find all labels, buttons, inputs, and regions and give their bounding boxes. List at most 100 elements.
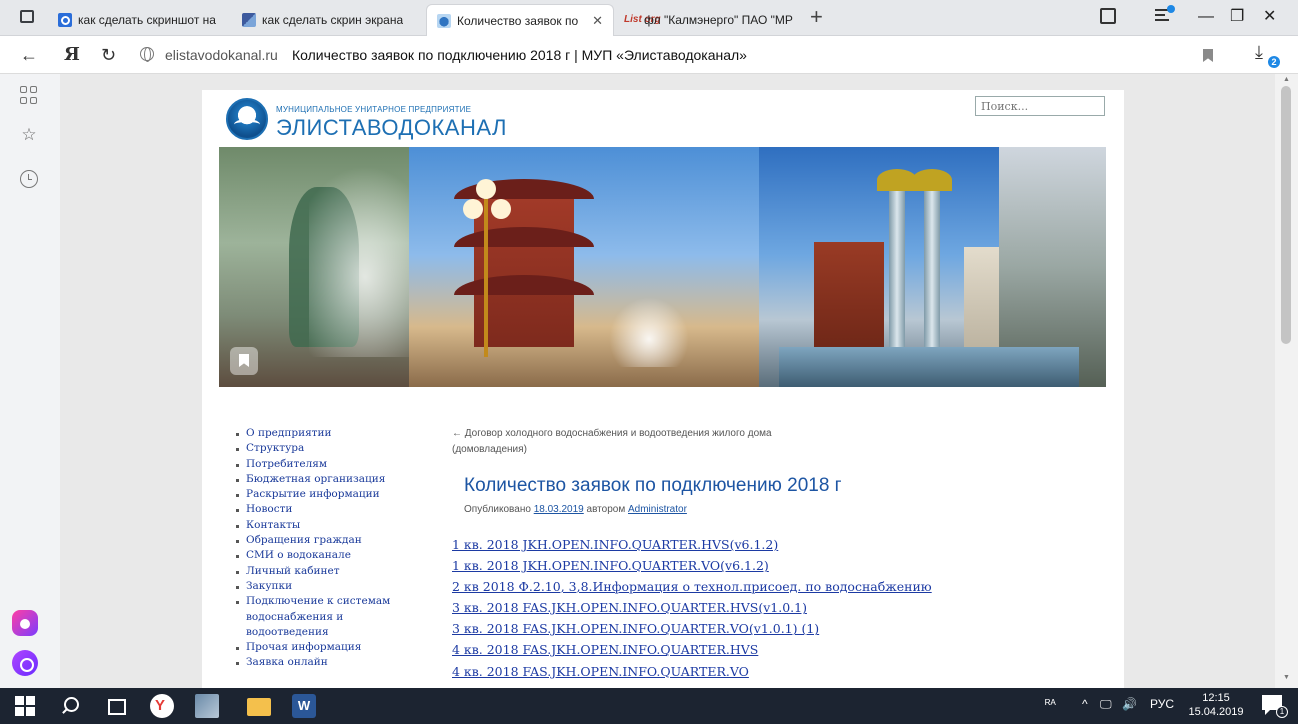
save-image-icon[interactable] bbox=[230, 347, 258, 375]
author-label: автором bbox=[586, 504, 626, 515]
document-link[interactable]: 2 кв 2018 Ф.2.10, 3,8.Информация о техно… bbox=[452, 579, 932, 594]
language-indicator[interactable]: РУС bbox=[1150, 697, 1174, 711]
page-scrollbar[interactable]: ▲ ▼ bbox=[1275, 74, 1298, 688]
start-button[interactable] bbox=[13, 694, 37, 718]
volume-icon[interactable]: 🔊 bbox=[1122, 697, 1137, 711]
menu-item[interactable]: Структура bbox=[236, 441, 390, 456]
menu-item[interactable]: Потребителям bbox=[236, 457, 390, 472]
menu-icon[interactable] bbox=[1155, 5, 1175, 21]
list-item: 3 кв. 2018 FAS.JKH.OPEN.INFO.QUARTER.HVS… bbox=[452, 597, 932, 618]
menu-item[interactable]: Прочая информация bbox=[236, 640, 390, 655]
tray-expand-icon[interactable]: ^ bbox=[1082, 697, 1088, 711]
lamp-post bbox=[484, 187, 488, 357]
banner-photo-pagoda bbox=[409, 147, 769, 387]
menu-item[interactable]: О предприятии bbox=[236, 426, 390, 441]
search-icon bbox=[58, 13, 72, 27]
list-org-icon: List org bbox=[624, 14, 661, 25]
document-link[interactable]: 4 кв. 2018 FAS.JKH.OPEN.INFO.QUARTER.VO bbox=[452, 664, 749, 679]
tableau-icon[interactable] bbox=[20, 86, 38, 104]
bookmark-icon[interactable] bbox=[1203, 49, 1213, 62]
tab-vodokanal-active[interactable]: Количество заявок по п ✕ bbox=[426, 4, 614, 36]
menu-item[interactable]: Закупки bbox=[236, 579, 390, 594]
fountain bbox=[609, 297, 689, 367]
menu-item[interactable]: Бюджетная организация bbox=[236, 472, 390, 487]
history-icon[interactable] bbox=[20, 170, 38, 188]
menu-item[interactable]: Обращения граждан bbox=[236, 533, 390, 548]
notification-count: 1 bbox=[1276, 706, 1288, 718]
menu-item-connection[interactable]: Подключение к системам водоснабжения и в… bbox=[236, 594, 390, 640]
tower-flower bbox=[912, 169, 952, 191]
document-link[interactable]: 3 кв. 2018 FAS.JKH.OPEN.INFO.QUARTER.HVS… bbox=[452, 600, 807, 615]
reload-button[interactable]: ↻ bbox=[101, 44, 116, 66]
site-page: МУНИЦИПАЛЬНОЕ УНИТАРНОЕ ПРЕДПРИЯТИЕ ЭЛИС… bbox=[202, 90, 1124, 688]
alice-camera-icon[interactable] bbox=[12, 610, 38, 636]
menu-item-label-wrap: водоснабжения и bbox=[246, 610, 344, 623]
star-icon[interactable]: ☆ bbox=[20, 126, 38, 144]
pagoda bbox=[814, 242, 884, 362]
tab-title: как сделать скриншот на к bbox=[78, 13, 218, 27]
extensions-icon[interactable] bbox=[1100, 8, 1116, 24]
previous-post-link[interactable]: ← Договор холодного водоснабжения и водо… bbox=[452, 426, 782, 458]
yandex-logo[interactable]: Я bbox=[64, 44, 80, 66]
vodokanal-logo-icon[interactable] bbox=[226, 98, 268, 140]
system-clock[interactable]: 12:15 15.04.2019 bbox=[1186, 691, 1246, 719]
page-viewport: МУНИЦИПАЛЬНОЕ УНИТАРНОЕ ПРЕДПРИЯТИЕ ЭЛИС… bbox=[60, 74, 1275, 688]
clock-date: 15.04.2019 bbox=[1188, 706, 1244, 718]
logo-title[interactable]: ЭЛИСТАВОДОКАНАЛ bbox=[276, 115, 507, 141]
downloads-badge: 2 bbox=[1268, 56, 1280, 68]
menu-item[interactable]: Заявка онлайн bbox=[236, 655, 390, 670]
document-link[interactable]: 3 кв. 2018 FAS.JKH.OPEN.INFO.QUARTER.VO(… bbox=[452, 621, 819, 636]
post-title: Количество заявок по подключению 2018 г bbox=[464, 475, 842, 496]
document-link[interactable]: 1 кв. 2018 JKH.OPEN.INFO.QUARTER.VO(v6.1… bbox=[452, 558, 769, 573]
close-tab-icon[interactable]: ✕ bbox=[592, 13, 603, 29]
tab-kalmenergo[interactable]: List org фл "Калмэнерго" ПАО "МР bbox=[614, 4, 804, 36]
network-icon[interactable]: 🖵 bbox=[1100, 697, 1112, 712]
word-icon[interactable]: W bbox=[292, 694, 316, 718]
menu-item-label-wrap: водоотведения bbox=[246, 625, 329, 638]
published-label: Опубликовано bbox=[464, 504, 531, 515]
lamp bbox=[476, 179, 496, 199]
tab-strip: как сделать скриншот на к как сделать ск… bbox=[0, 0, 1298, 36]
maximize-button[interactable]: ❐ bbox=[1230, 6, 1244, 28]
downloads-icon[interactable]: ⤓ bbox=[1255, 42, 1263, 63]
task-view-icon[interactable] bbox=[105, 694, 129, 718]
tab-screenshot-search[interactable]: как сделать скриншот на к bbox=[48, 4, 228, 36]
tower bbox=[889, 187, 905, 357]
people-icon[interactable]: ᴿᴬ bbox=[1045, 697, 1056, 711]
menu-item[interactable]: СМИ о водоканале bbox=[236, 548, 390, 563]
file-explorer-icon[interactable] bbox=[247, 698, 271, 716]
menu-item[interactable]: Личный кабинет bbox=[236, 564, 390, 579]
logo-subtitle: МУНИЦИПАЛЬНОЕ УНИТАРНОЕ ПРЕДПРИЯТИЕ bbox=[276, 105, 472, 114]
document-link[interactable]: 1 кв. 2018 JKH.OPEN.INFO.QUARTER.HVS(v6.… bbox=[452, 537, 778, 552]
app-icon[interactable] bbox=[195, 694, 219, 718]
tab-screen-capture[interactable]: как сделать скрин экрана bbox=[232, 4, 422, 36]
list-item: 3 кв. 2018 FAS.JKH.OPEN.INFO.QUARTER.VO(… bbox=[452, 618, 932, 639]
scrollbar-thumb[interactable] bbox=[1281, 86, 1291, 344]
address-domain[interactable]: elistavodokanal.ru bbox=[165, 47, 278, 63]
menu-item[interactable]: Контакты bbox=[236, 518, 390, 533]
scroll-up-icon[interactable]: ▲ bbox=[1283, 76, 1290, 83]
alice-voice-icon[interactable] bbox=[12, 650, 38, 676]
yandex-browser-icon[interactable] bbox=[150, 694, 174, 718]
search-icon[interactable] bbox=[60, 694, 84, 718]
new-tab-button[interactable]: + bbox=[810, 6, 823, 28]
minimize-button[interactable]: — bbox=[1198, 6, 1214, 28]
back-button[interactable]: ← bbox=[20, 44, 38, 66]
document-link[interactable]: 4 кв. 2018 FAS.JKH.OPEN.INFO.QUARTER.HVS bbox=[452, 642, 758, 657]
menu-item[interactable]: Новости bbox=[236, 502, 390, 517]
list-item: 4 кв. 2018 FAS.JKH.OPEN.INFO.QUARTER.VO bbox=[452, 661, 932, 682]
post-date-link[interactable]: 18.03.2019 bbox=[534, 504, 584, 515]
tab-title: как сделать скрин экрана bbox=[262, 13, 404, 27]
address-page-title[interactable]: Количество заявок по подключению 2018 г … bbox=[292, 47, 747, 63]
site-info-icon[interactable] bbox=[140, 47, 154, 62]
menu-item[interactable]: Раскрытие информации bbox=[236, 487, 390, 502]
list-item: 2 кв 2018 Ф.2.10, 3,8.Информация о техно… bbox=[452, 576, 932, 597]
tabs-panel-icon[interactable] bbox=[20, 10, 34, 23]
image-icon bbox=[242, 13, 256, 27]
author-link[interactable]: Administrator bbox=[628, 504, 687, 515]
close-window-button[interactable]: ✕ bbox=[1263, 6, 1276, 28]
scroll-down-icon[interactable]: ▼ bbox=[1283, 674, 1290, 681]
site-search-input[interactable] bbox=[975, 96, 1105, 116]
clock-time: 12:15 bbox=[1202, 692, 1230, 704]
pool bbox=[779, 347, 1079, 387]
